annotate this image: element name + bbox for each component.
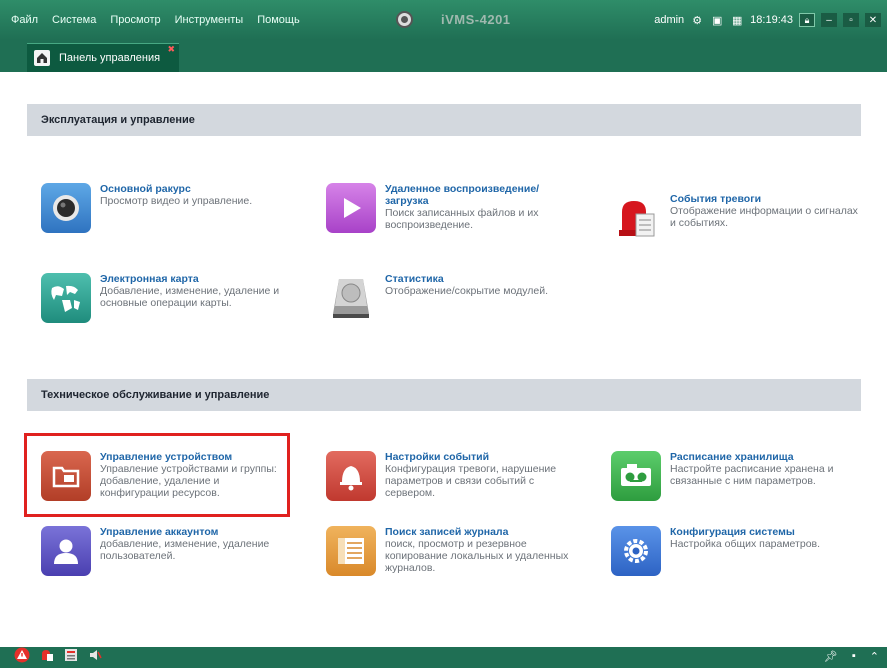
- statistics-desc: Отображение/сокрытие модулей.: [385, 285, 549, 297]
- title-bar-status: admin ⚙ ▣ ▦ 18:19:43 🔒︎ – ▫ ✕: [654, 12, 881, 28]
- system-config-desc: Настройка общих параметров.: [670, 538, 821, 550]
- tape-recorder-icon: [611, 451, 661, 501]
- module-main-view[interactable]: Основной ракурс Просмотр видео и управле…: [41, 183, 280, 233]
- tab-close-icon[interactable]: ✖: [167, 44, 175, 55]
- device-management-desc: Управление устройствами и группы: добавл…: [100, 463, 277, 499]
- module-log-search[interactable]: Поиск записей журнала поиск, просмотр и …: [326, 526, 580, 576]
- lock-icon[interactable]: 🔒︎: [799, 13, 815, 27]
- menu-tools[interactable]: Инструменты: [168, 0, 251, 40]
- remote-playback-desc: Поиск записанных файлов и их воспроизвед…: [385, 207, 539, 231]
- app-title: iVMS-4201: [441, 12, 511, 27]
- app-brand: iVMS-4201: [396, 11, 511, 28]
- minimize-button[interactable]: –: [821, 13, 837, 27]
- menu-system[interactable]: Система: [45, 0, 103, 40]
- main-view-desc: Просмотр видео и управление.: [100, 195, 253, 207]
- module-alarm-events[interactable]: События тревоги Отображение информации о…: [611, 193, 865, 243]
- device-management-title: Управление устройством: [100, 451, 233, 463]
- close-button[interactable]: ✕: [865, 13, 881, 27]
- emap-title: Электронная карта: [100, 273, 199, 285]
- pin-icon[interactable]: 📌︎: [824, 650, 838, 663]
- sound-icon[interactable]: [88, 648, 102, 667]
- module-system-config[interactable]: Конфигурация системы Настройка общих пар…: [611, 526, 865, 576]
- statistics-title: Статистика: [385, 273, 444, 285]
- main-view-icon: [41, 183, 91, 233]
- cpu-icon[interactable]: ▣: [710, 13, 724, 27]
- window-icon[interactable]: ▪: [852, 650, 856, 663]
- event-log-icon[interactable]: [64, 648, 78, 667]
- alarm-events-desc: Отображение информации о сигналах и собы…: [670, 205, 858, 229]
- section-maintenance-header: Техническое обслуживание и управление: [27, 379, 861, 411]
- event-settings-title: Настройки событий: [385, 451, 490, 463]
- gear-icon: [611, 526, 661, 576]
- storage-schedule-title: Расписание хранилища: [670, 451, 794, 463]
- module-statistics[interactable]: Статистика Отображение/сокрытие модулей.: [326, 273, 575, 323]
- menu-help[interactable]: Помощь: [250, 0, 307, 40]
- settings-icon[interactable]: ⚙: [690, 13, 704, 27]
- storage-schedule-desc: Настройте расписание хранена и связанные…: [670, 463, 834, 487]
- user-account-icon: [41, 526, 91, 576]
- log-list-icon: [326, 526, 376, 576]
- expand-up-icon[interactable]: ⌃: [870, 650, 879, 663]
- alarm-warning-icon[interactable]: [14, 647, 30, 668]
- menu-bar: Файл Система Просмотр Инструменты Помощь: [4, 0, 307, 40]
- hard-disk-icon: [326, 273, 376, 323]
- module-emap[interactable]: Электронная карта Добавление, изменение,…: [41, 273, 295, 323]
- tab-label: Панель управления: [59, 52, 161, 64]
- alarm-events-title: События тревоги: [670, 193, 762, 205]
- main-view-title: Основной ракурс: [100, 183, 191, 195]
- module-remote-playback[interactable]: Удаленное воспроизведение/загрузка Поиск…: [326, 183, 560, 233]
- clock: 18:19:43: [750, 14, 793, 26]
- camera-logo-icon: [396, 11, 413, 28]
- menu-view[interactable]: Просмотр: [103, 0, 167, 40]
- account-management-desc: добавление, изменение, удаление пользова…: [100, 538, 270, 562]
- bell-icon: [326, 451, 376, 501]
- remote-playback-title: Удаленное воспроизведение/загрузка: [385, 183, 540, 207]
- emap-desc: Добавление, изменение, удаление и основн…: [100, 285, 280, 309]
- device-folder-icon: [41, 451, 91, 501]
- log-search-desc: поиск, просмотр и резервное копирование …: [385, 538, 569, 574]
- title-bar: Файл Система Просмотр Инструменты Помощь…: [0, 0, 887, 40]
- calendar-icon[interactable]: ▦: [730, 13, 744, 27]
- user-name: admin: [654, 14, 685, 26]
- section-operation-header: Эксплуатация и управление: [27, 104, 861, 136]
- tab-control-panel[interactable]: Панель управления ✖: [27, 43, 179, 72]
- module-device-management[interactable]: Управление устройством Управление устрой…: [41, 451, 290, 501]
- bottom-toolbar: 📌︎ ▪ ⌃: [0, 647, 887, 668]
- system-config-title: Конфигурация системы: [670, 526, 795, 538]
- alarm-siren-icon: [611, 193, 661, 243]
- module-event-settings[interactable]: Настройки событий Конфигурация тревоги, …: [326, 451, 575, 501]
- event-settings-desc: Конфигурация тревоги, нарушение параметр…: [385, 463, 557, 499]
- playback-icon: [326, 183, 376, 233]
- module-account-management[interactable]: Управление аккаунтом добавление, изменен…: [41, 526, 290, 576]
- account-management-title: Управление аккаунтом: [100, 526, 219, 538]
- globe-map-icon: [41, 273, 91, 323]
- log-search-title: Поиск записей журнала: [385, 526, 509, 538]
- maximize-button[interactable]: ▫: [843, 13, 859, 27]
- menu-file[interactable]: Файл: [4, 0, 45, 40]
- module-storage-schedule[interactable]: Расписание хранилища Настройте расписани…: [611, 451, 865, 501]
- alarm-list-icon[interactable]: [40, 648, 54, 667]
- home-icon: [34, 50, 50, 66]
- tab-bar: Панель управления ✖: [0, 40, 887, 72]
- app-window: Файл Система Просмотр Инструменты Помощь…: [0, 0, 887, 668]
